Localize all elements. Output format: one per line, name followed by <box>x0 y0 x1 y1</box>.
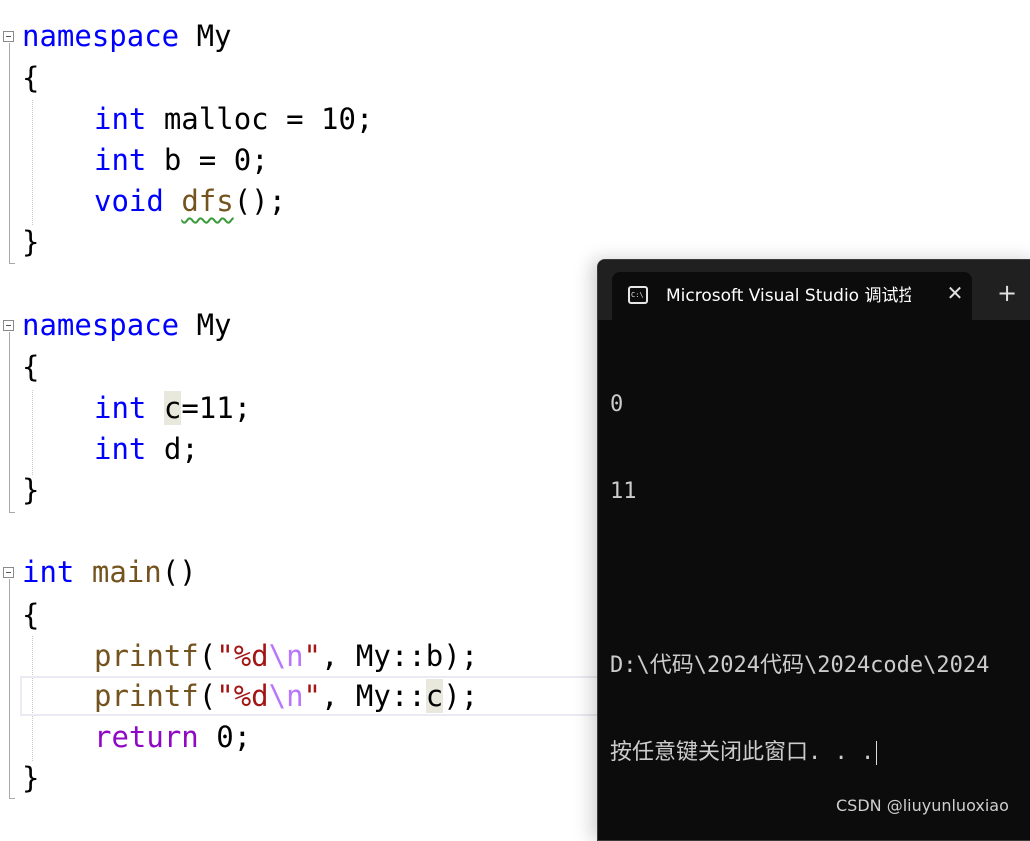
fold-collapse-icon[interactable] <box>3 567 14 578</box>
close-brace: } <box>22 225 40 259</box>
function-call[interactable]: printf <box>94 639 199 673</box>
console-prompt-text: 按任意键关闭此窗口. . . <box>610 740 875 765</box>
console-line: 0 <box>610 392 624 417</box>
close-icon[interactable]: ✕ <box>944 282 966 304</box>
type-keyword: int <box>94 432 147 466</box>
console-output[interactable]: 0 11 D:\代码\2024代码\2024code\2024 按任意键关闭此窗… <box>610 332 1030 825</box>
plus-icon[interactable]: + <box>996 281 1018 305</box>
tab-title: Microsoft Visual Studio 调试控制台 <box>666 286 911 306</box>
fold-guide <box>9 43 10 263</box>
string-literal: "%d <box>216 639 269 673</box>
params: () <box>161 555 197 589</box>
namespace-name: My <box>179 19 232 53</box>
indent-guide <box>32 100 33 225</box>
fold-end <box>9 512 15 513</box>
highlighted-symbol[interactable]: c <box>425 679 444 713</box>
close-brace: } <box>22 473 40 507</box>
namespace-name: My <box>179 308 232 342</box>
declaration: malloc = 10; <box>146 102 374 136</box>
text-cursor <box>876 741 878 765</box>
paren: ( <box>198 639 217 673</box>
console-tab[interactable]: Microsoft Visual Studio 调试控制台 ✕ <box>612 272 972 320</box>
function-name[interactable]: main <box>92 555 162 589</box>
declaration: =11; <box>181 391 252 425</box>
string-quote: " <box>303 639 322 673</box>
keyword-namespace: namespace <box>22 19 180 53</box>
string-quote: " <box>303 679 322 713</box>
open-brace: { <box>22 350 40 384</box>
console-app-icon <box>628 286 648 304</box>
fold-guide <box>9 579 10 798</box>
function-call[interactable]: printf <box>94 679 199 713</box>
fold-guide <box>9 332 10 512</box>
string-literal: "%d <box>216 679 269 713</box>
escape-sequence: \n <box>268 679 304 713</box>
console-tab-bar: Microsoft Visual Studio 调试控制台 ✕ + <box>598 260 1030 320</box>
arguments: , My::b); <box>321 639 479 673</box>
open-brace: { <box>22 61 40 95</box>
declaration: d; <box>146 432 199 466</box>
fold-end <box>9 263 15 264</box>
indent-guide <box>32 390 33 475</box>
open-brace: { <box>22 598 40 632</box>
type-keyword: int <box>94 391 147 425</box>
keyword-namespace: namespace <box>22 308 180 342</box>
paren: ( <box>198 679 217 713</box>
console-line-prompt: 按任意键关闭此窗口. . . <box>610 738 1030 767</box>
type-keyword: int <box>94 102 147 136</box>
fold-collapse-icon[interactable] <box>3 31 14 42</box>
watermark: CSDN @liuyunluoxiao <box>836 796 1009 815</box>
close-brace: } <box>22 761 40 795</box>
type-keyword: int <box>22 555 75 589</box>
declaration: (); <box>233 184 287 218</box>
console-line: 11 <box>610 479 637 504</box>
fold-collapse-icon[interactable] <box>3 320 14 331</box>
highlighted-symbol[interactable]: c <box>163 391 182 425</box>
type-keyword: void <box>94 184 164 218</box>
debug-console-window[interactable]: Microsoft Visual Studio 调试控制台 ✕ + 0 11 D… <box>597 259 1030 841</box>
console-line: D:\代码\2024代码\2024code\2024 <box>610 653 990 678</box>
arguments: , My:: <box>321 679 426 713</box>
return-keyword: return <box>94 720 199 754</box>
return-value: 0; <box>198 720 252 754</box>
type-keyword: int <box>94 143 147 177</box>
function-name-warning[interactable]: dfs <box>181 184 233 218</box>
escape-sequence: \n <box>268 639 304 673</box>
arguments-end: ); <box>443 679 479 713</box>
fold-end <box>9 798 15 799</box>
declaration: b = 0; <box>146 143 269 177</box>
